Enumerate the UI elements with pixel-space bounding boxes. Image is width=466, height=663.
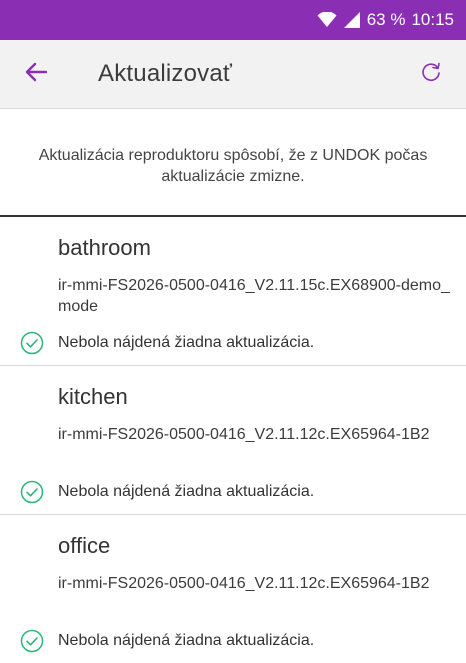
refresh-icon	[420, 61, 442, 88]
update-info-text: Aktualizácia reproduktoru spôsobí, že z …	[38, 147, 428, 185]
status-bar: 63 % 10:15	[0, 0, 466, 40]
battery-level: 63 %	[366, 10, 406, 29]
speaker-list: bathroom ir-mmi-FS2026-0500-0416_V2.11.1…	[0, 217, 466, 663]
page-title: Aktualizovať	[98, 60, 233, 87]
speaker-firmware: ir-mmi-FS2026-0500-0416_V2.11.12c.EX6596…	[58, 426, 430, 443]
speaker-item: kitchen ir-mmi-FS2026-0500-0416_V2.11.12…	[0, 366, 466, 515]
speaker-status-text: Nebola nájdená žiadna aktualizácia.	[58, 334, 315, 351]
speaker-status: Nebola nájdená žiadna aktualizácia.	[20, 629, 314, 653]
wifi-icon	[317, 12, 337, 28]
speaker-name: kitchen	[58, 384, 128, 409]
speaker-status: Nebola nájdená žiadna aktualizácia.	[20, 480, 314, 504]
speaker-name: bathroom	[58, 235, 151, 260]
speaker-firmware: ir-mmi-FS2026-0500-0416_V2.11.12c.EX6596…	[58, 575, 430, 592]
check-circle-icon	[20, 629, 44, 653]
speaker-status-text: Nebola nájdená žiadna aktualizácia.	[58, 632, 315, 649]
speaker-firmware: ir-mmi-FS2026-0500-0416_V2.11.15c.EX6890…	[58, 277, 450, 315]
status-icons: 63 % 10:15	[317, 0, 454, 40]
speaker-item: bathroom ir-mmi-FS2026-0500-0416_V2.11.1…	[0, 217, 466, 366]
arrow-left-icon	[25, 62, 48, 87]
signal-icon	[343, 11, 361, 29]
check-circle-icon	[20, 480, 44, 504]
app-bar: Aktualizovať	[0, 40, 466, 109]
refresh-button[interactable]	[414, 57, 448, 91]
clock: 10:15	[411, 10, 454, 29]
speaker-status-text: Nebola nájdená žiadna aktualizácia.	[58, 483, 315, 500]
back-button[interactable]	[18, 56, 54, 92]
speaker-name: office	[58, 533, 111, 558]
speaker-status: Nebola nájdená žiadna aktualizácia.	[20, 331, 314, 355]
check-circle-icon	[20, 331, 44, 355]
speaker-item: office ir-mmi-FS2026-0500-0416_V2.11.12c…	[0, 515, 466, 663]
